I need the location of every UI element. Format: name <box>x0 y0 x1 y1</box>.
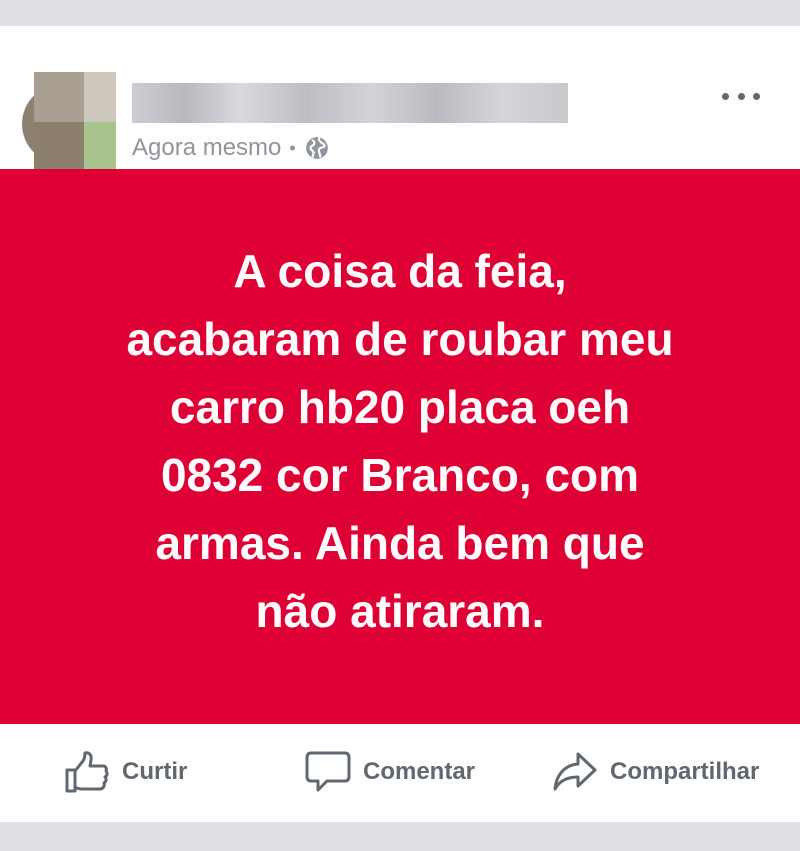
like-button[interactable]: Curtir <box>64 750 187 794</box>
comment-button[interactable]: Comentar <box>305 750 475 794</box>
more-options-icon[interactable] <box>722 86 760 106</box>
post-timestamp[interactable]: Agora mesmo <box>132 134 281 162</box>
feed-gap-bottom <box>0 822 800 851</box>
share-icon <box>553 752 597 791</box>
author-name-blurred[interactable] <box>132 83 568 123</box>
share-button[interactable]: Compartilhar <box>552 750 759 794</box>
share-label: Compartilhar <box>610 758 760 785</box>
comment-label: Comentar <box>363 758 476 785</box>
post-actions: Curtir Comentar Compartilhar <box>0 724 800 822</box>
like-label: Curtir <box>122 758 188 785</box>
post-header: Agora mesmo • <box>0 26 800 172</box>
meta-separator: • <box>289 137 296 158</box>
colored-status-card: A coisa da feia, acabaram de roubar meu … <box>0 169 800 724</box>
globe-icon <box>305 137 328 159</box>
avatar[interactable] <box>22 72 116 172</box>
post-meta: Agora mesmo • <box>132 134 330 162</box>
comment-icon <box>305 751 351 792</box>
feed-gap-top <box>0 0 800 26</box>
status-text: A coisa da feia, acabaram de roubar meu … <box>126 244 674 637</box>
thumbs-up-icon <box>65 751 109 793</box>
facebook-post: Agora mesmo • A coisa da feia, acabaram … <box>0 26 800 822</box>
